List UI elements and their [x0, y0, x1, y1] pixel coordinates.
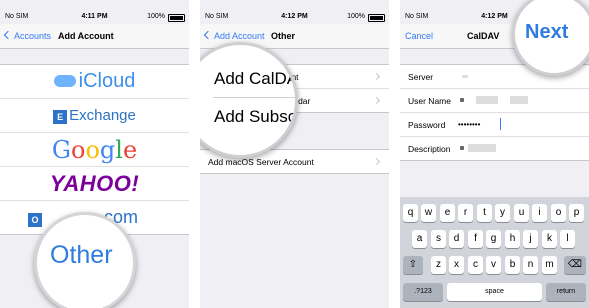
password-value: •••••••• [458, 120, 481, 129]
key-k[interactable]: k [542, 230, 557, 248]
field-label: User Name [408, 96, 451, 106]
numbers-key[interactable]: .?123 [403, 283, 443, 301]
other-accounts-screen: No SIM 4:12 PM 100% Add Account Other ou… [200, 0, 389, 308]
row-label: Add macOS Server Account [208, 157, 314, 167]
account-list: iCloud E Exchange Google YAHOO! Ocom [0, 64, 189, 235]
field-label: Server [408, 72, 434, 82]
return-key[interactable]: return [546, 283, 586, 301]
key-z[interactable]: z [431, 256, 446, 274]
key-b[interactable]: b [505, 256, 520, 274]
key-h[interactable]: h [505, 230, 520, 248]
exchange-logo: Exchange [69, 107, 136, 124]
icloud-logo: iCloud [78, 70, 136, 92]
text-cursor [500, 118, 501, 130]
add-caldav-option[interactable]: Add CalDAV [214, 69, 295, 89]
battery-icon [368, 14, 385, 22]
battery-percent: 100% [147, 13, 165, 20]
google-logo: Google [51, 135, 138, 164]
chevron-left-icon [203, 30, 213, 40]
yahoo-logo: YAHOO! [49, 170, 140, 196]
key-o[interactable]: o [551, 204, 566, 222]
key-i[interactable]: i [532, 204, 547, 222]
key-x[interactable]: x [449, 256, 464, 274]
page-title: CalDAV [467, 31, 500, 41]
add-account-screen: No SIM 4:11 PM 100% Accounts Add Account… [0, 0, 189, 308]
account-option-icloud[interactable]: iCloud [0, 65, 189, 99]
redacted-value [476, 96, 498, 104]
page-title: Other [271, 31, 296, 41]
chevron-right-icon [372, 157, 381, 166]
keyboard-row-4: .?123 space return [400, 283, 589, 301]
next-button[interactable]: Next [525, 21, 568, 44]
magnifier-caldav: Add CalDAV Add Subscr [200, 42, 298, 158]
status-bar: No SIM 4:12 PM 100% [200, 12, 389, 24]
key-q[interactable]: q [403, 204, 418, 222]
exchange-icon: E [53, 110, 68, 124]
redacted-value [460, 98, 464, 102]
key-m[interactable]: m [542, 256, 557, 274]
chevron-left-icon [3, 30, 13, 40]
delete-key[interactable]: ⌫ [564, 256, 586, 274]
redacted-value [460, 146, 464, 150]
key-w[interactable]: w [421, 204, 436, 222]
redacted-value [462, 75, 468, 78]
key-g[interactable]: g [486, 230, 501, 248]
chevron-right-icon [372, 96, 381, 105]
divider [213, 97, 295, 98]
key-n[interactable]: n [523, 256, 538, 274]
key-r[interactable]: r [458, 204, 473, 222]
status-bar: No SIM 4:11 PM 100% [0, 12, 189, 24]
keyboard-row-1: q w e r t y u i o p [400, 204, 589, 222]
key-j[interactable]: j [523, 230, 538, 248]
field-label: Description [408, 144, 451, 154]
caldav-form: Server User Name Password •••••••• Descr… [400, 64, 589, 161]
key-u[interactable]: u [514, 204, 529, 222]
username-field[interactable]: User Name [400, 89, 589, 113]
other-option[interactable]: Other [50, 241, 113, 270]
key-s[interactable]: s [431, 230, 446, 248]
back-button[interactable]: Add Account [203, 30, 265, 41]
key-p[interactable]: p [569, 204, 584, 222]
redacted-value [510, 96, 528, 104]
chevron-right-icon [372, 72, 381, 81]
key-a[interactable]: a [412, 230, 427, 248]
back-label: Accounts [14, 31, 52, 41]
keyboard-row-3: ⇧ z x c v b n m ⌫ [400, 256, 589, 274]
password-field[interactable]: Password •••••••• [400, 113, 589, 137]
magnifier-other: Other [34, 212, 136, 308]
key-d[interactable]: d [449, 230, 464, 248]
key-v[interactable]: v [486, 256, 501, 274]
field-label: Password [408, 120, 446, 130]
key-c[interactable]: c [468, 256, 483, 274]
shift-key[interactable]: ⇧ [403, 256, 423, 274]
account-option-yahoo[interactable]: YAHOO! [0, 167, 189, 201]
keyboard-row-2: a s d f g h j k l [400, 230, 589, 248]
key-y[interactable]: y [495, 204, 510, 222]
outlook-icon: O [28, 213, 42, 227]
battery-icon [168, 14, 185, 22]
key-t[interactable]: t [477, 204, 492, 222]
page-title: Add Account [58, 31, 114, 41]
caldav-screen: No SIM 4:12 PM Cancel CalDAV Server User… [400, 0, 589, 308]
space-key[interactable]: space [447, 283, 542, 301]
key-e[interactable]: e [440, 204, 455, 222]
back-label: Add Account [214, 31, 265, 41]
account-option-exchange[interactable]: E Exchange [0, 99, 189, 133]
back-button[interactable]: Accounts [3, 30, 52, 41]
description-field[interactable]: Description [400, 137, 589, 160]
key-l[interactable]: l [560, 230, 575, 248]
nav-bar: Accounts Add Account [0, 24, 189, 49]
account-option-google[interactable]: Google [0, 133, 189, 167]
redacted-value [468, 144, 496, 152]
battery-percent: 100% [347, 13, 365, 20]
add-subscribed-option[interactable]: Add Subscr [214, 107, 295, 127]
cloud-icon [53, 75, 76, 87]
keyboard: q w e r t y u i o p a s d f g h j k l ⇧ … [400, 197, 589, 308]
cancel-button[interactable]: Cancel [405, 31, 433, 41]
key-f[interactable]: f [468, 230, 483, 248]
